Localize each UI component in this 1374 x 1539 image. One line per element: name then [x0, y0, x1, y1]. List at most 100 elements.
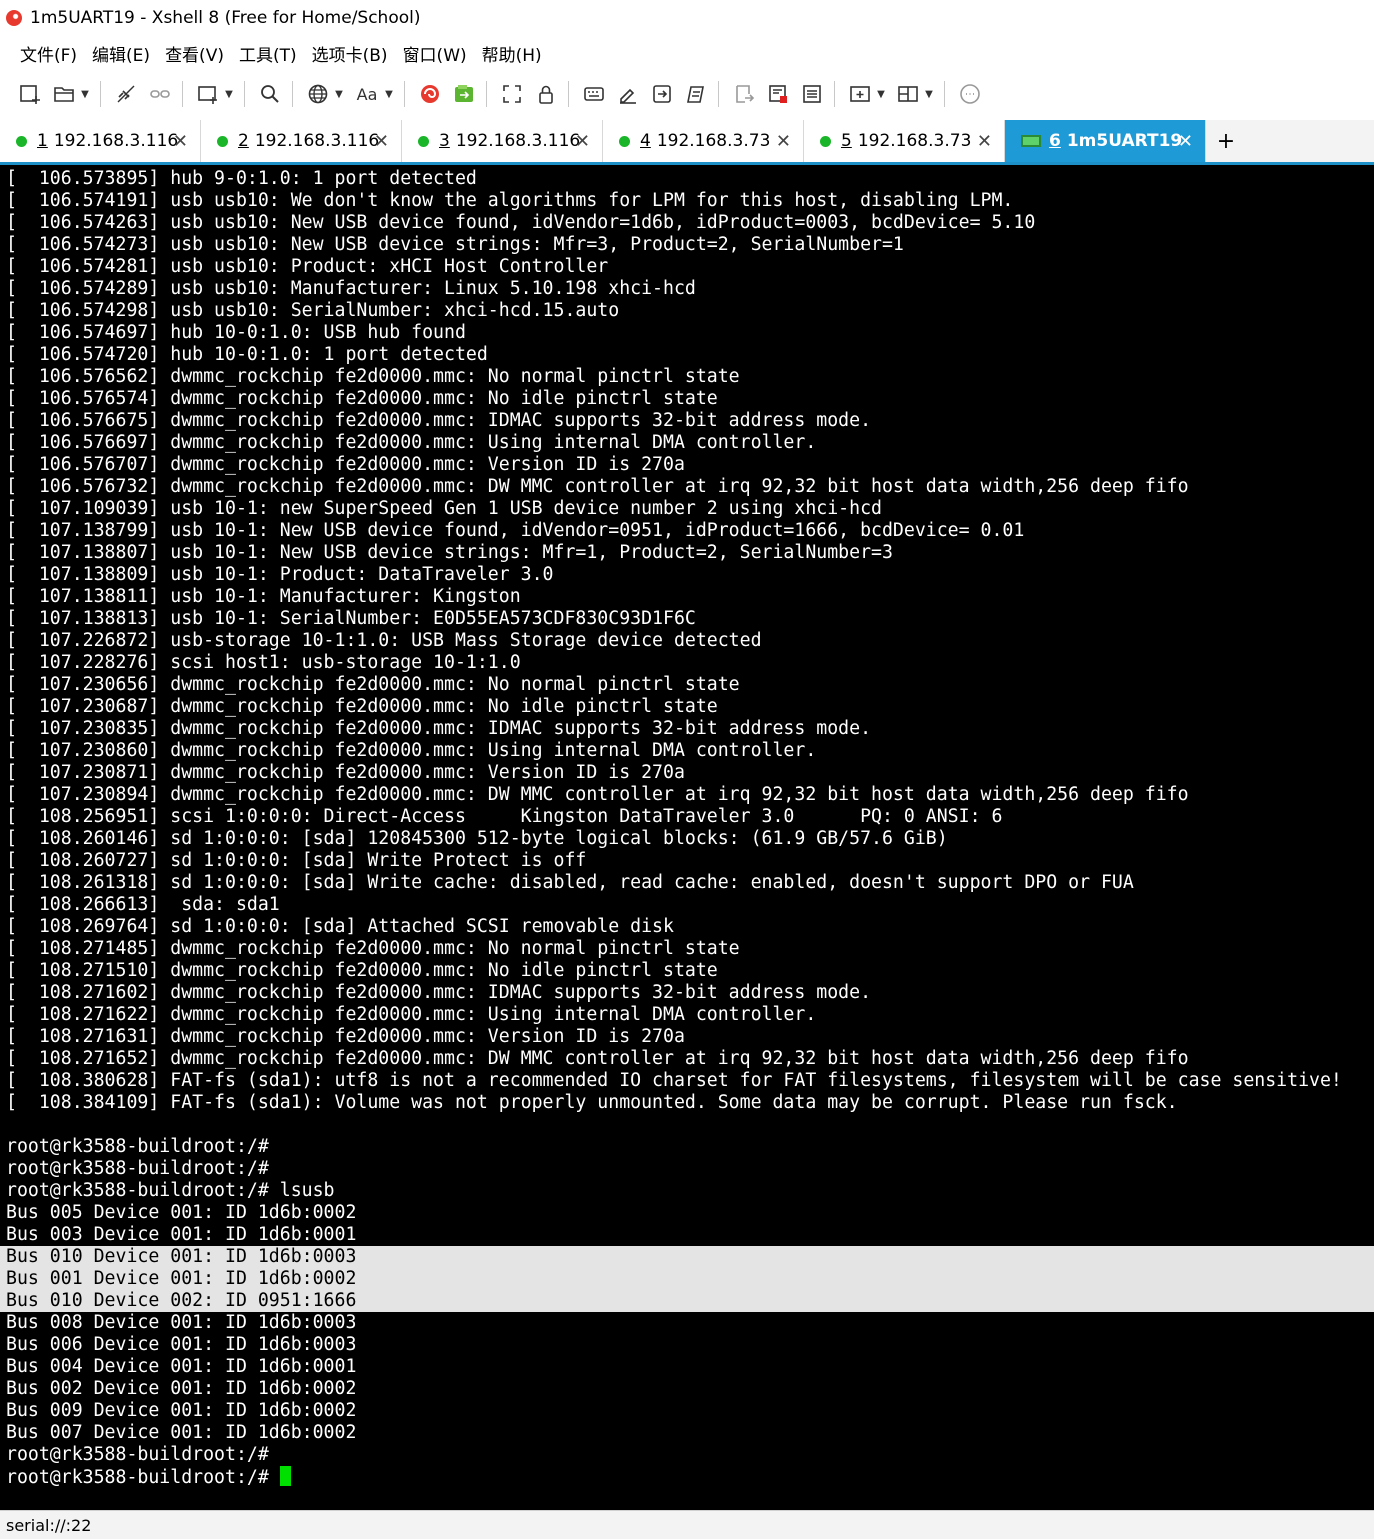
reconnect-icon[interactable]	[146, 80, 174, 108]
script-icon[interactable]	[682, 80, 710, 108]
terminal-line: [ 107.138807] usb 10-1: New USB device s…	[6, 542, 893, 563]
new-tab-icon[interactable]	[194, 80, 222, 108]
terminal-line: Bus 010 Device 002: ID 0951:1666	[0, 1290, 1374, 1312]
tab-label: 1m5UART19	[1066, 131, 1183, 151]
lock-icon[interactable]	[532, 80, 560, 108]
window-title: 1m5UART19 - Xshell 8 (Free for Home/Scho…	[30, 8, 421, 28]
tab-session-2[interactable]: 2 192.168.3.116 ✕	[201, 120, 402, 162]
connection-status: serial://:22	[6, 1515, 92, 1535]
terminal-line: Bus 006 Device 001: ID 1d6b:0003	[6, 1334, 357, 1355]
terminal-line: [ 108.384109] FAT-fs (sda1): Volume was …	[6, 1092, 1178, 1113]
search-icon[interactable]	[256, 80, 284, 108]
transfer-icon[interactable]	[846, 80, 874, 108]
title-bar: 1m5UART19 - Xshell 8 (Free for Home/Scho…	[0, 0, 1374, 36]
terminal-line: [ 108.271602] dwmmc_rockchip fe2d0000.mm…	[6, 982, 872, 1003]
terminal-line: [ 108.271485] dwmmc_rockchip fe2d0000.mm…	[6, 938, 740, 959]
close-tab-icon[interactable]: ✕	[173, 131, 188, 152]
fullscreen-icon[interactable]	[498, 80, 526, 108]
close-tab-icon[interactable]: ✕	[1178, 131, 1193, 152]
menu-tools[interactable]: 工具(T)	[239, 41, 297, 66]
send-icon[interactable]	[648, 80, 676, 108]
terminal-line: [ 108.380628] FAT-fs (sda1): utf8 is not…	[6, 1070, 1342, 1091]
connected-status-icon	[16, 135, 27, 147]
chat-icon[interactable]	[956, 80, 984, 108]
terminal-line: [ 107.230894] dwmmc_rockchip fe2d0000.mm…	[6, 784, 1189, 805]
properties-icon[interactable]	[798, 80, 826, 108]
new-session-icon[interactable]	[16, 80, 44, 108]
close-tab-icon[interactable]: ✕	[977, 131, 992, 152]
compose-icon[interactable]	[614, 80, 642, 108]
terminal-line: Bus 007 Device 001: ID 1d6b:0002	[6, 1422, 357, 1443]
xftp-icon[interactable]	[450, 80, 478, 108]
menu-view[interactable]: 查看(V)	[165, 41, 224, 66]
tab-number: 4	[640, 131, 651, 151]
transfer-dropdown-icon[interactable]: ▼	[874, 80, 888, 108]
tab-label: 192.168.3.73	[857, 131, 972, 151]
connected-status-icon	[217, 135, 228, 147]
terminal-line: [ 108.271622] dwmmc_rockchip fe2d0000.mm…	[6, 1004, 817, 1025]
terminal-line: [ 107.138811] usb 10-1: Manufacturer: Ki…	[6, 586, 521, 607]
toolbar: ▼ ▼ ▼ Aa ▼ ▼ ▼	[0, 72, 1374, 116]
menu-window[interactable]: 窗口(W)	[403, 41, 467, 66]
menu-tabs[interactable]: 选项卡(B)	[312, 41, 388, 66]
connected-status-icon	[418, 135, 429, 147]
tab-number: 2	[238, 131, 249, 151]
tab-number: 1	[37, 131, 48, 151]
terminal-line: root@rk3588-buildroot:/#	[6, 1136, 269, 1157]
font-icon[interactable]: Aa	[352, 80, 382, 108]
terminal-line: [ 107.109039] usb 10-1: new SuperSpeed G…	[6, 498, 882, 519]
terminal-line: [ 106.573895] hub 9-0:1.0: 1 port detect…	[6, 168, 477, 189]
terminal-line: [ 106.576562] dwmmc_rockchip fe2d0000.mm…	[6, 366, 740, 387]
toolbar-divider	[292, 81, 293, 107]
new-tab-dropdown-icon[interactable]: ▼	[222, 80, 236, 108]
add-tab-button[interactable]: +	[1206, 120, 1246, 162]
toolbar-divider	[568, 81, 569, 107]
tab-session-4[interactable]: 4 192.168.3.73 ✕	[603, 120, 804, 162]
menu-edit[interactable]: 编辑(E)	[92, 41, 150, 66]
tab-session-5[interactable]: 5 192.168.3.73 ✕	[804, 120, 1005, 162]
tab-session-3[interactable]: 3 192.168.3.116 ✕	[402, 120, 603, 162]
terminal-line: [ 107.230835] dwmmc_rockchip fe2d0000.mm…	[6, 718, 872, 739]
terminal-line: Bus 005 Device 001: ID 1d6b:0002	[6, 1202, 357, 1223]
terminal-line: Bus 010 Device 001: ID 1d6b:0003	[0, 1246, 1374, 1268]
terminal-line: [ 107.226872] usb-storage 10-1:1.0: USB …	[6, 630, 762, 651]
terminal-line: [ 106.574281] usb usb10: Product: xHCI H…	[6, 256, 609, 277]
terminal-line: [ 108.271631] dwmmc_rockchip fe2d0000.mm…	[6, 1026, 685, 1047]
tab-label: 192.168.3.116	[254, 131, 380, 151]
terminal-line: [ 106.574720] hub 10-0:1.0: 1 port detec…	[6, 344, 488, 365]
log-icon[interactable]	[730, 80, 758, 108]
globe-icon[interactable]	[304, 80, 332, 108]
close-tab-icon[interactable]: ✕	[374, 131, 389, 152]
terminal-text: [ 106.573895] hub 9-0:1.0: 1 port detect…	[0, 165, 1374, 1488]
keyboard-icon[interactable]	[580, 80, 608, 108]
close-tab-icon[interactable]: ✕	[776, 131, 791, 152]
disconnect-icon[interactable]	[112, 80, 140, 108]
menu-help[interactable]: 帮助(H)	[482, 41, 542, 66]
terminal-line: [ 107.230860] dwmmc_rockchip fe2d0000.mm…	[6, 740, 817, 761]
tab-label: 192.168.3.116	[53, 131, 179, 151]
open-folder-icon[interactable]	[50, 80, 78, 108]
terminal-output[interactable]: [ 106.573895] hub 9-0:1.0: 1 port detect…	[0, 165, 1374, 1510]
record-icon[interactable]	[764, 80, 792, 108]
toolbar-divider	[244, 81, 245, 107]
terminal-line: Bus 001 Device 001: ID 1d6b:0002	[0, 1268, 1374, 1290]
tab-session-1[interactable]: 1 192.168.3.116 ✕	[0, 120, 201, 162]
tab-session-6[interactable]: 6 1m5UART19 ✕	[1005, 120, 1206, 162]
terminal-line: [ 106.576574] dwmmc_rockchip fe2d0000.mm…	[6, 388, 718, 409]
tab-label: 192.168.3.116	[455, 131, 581, 151]
terminal-line: [ 106.576732] dwmmc_rockchip fe2d0000.mm…	[6, 476, 1189, 497]
terminal-line: root@rk3588-buildroot:/#	[6, 1466, 1374, 1488]
globe-dropdown-icon[interactable]: ▼	[332, 80, 346, 108]
menu-file[interactable]: 文件(F)	[20, 41, 77, 66]
open-folder-dropdown-icon[interactable]: ▼	[78, 80, 92, 108]
layout-icon[interactable]	[894, 80, 922, 108]
layout-dropdown-icon[interactable]: ▼	[922, 80, 936, 108]
terminal-line: [ 107.230871] dwmmc_rockchip fe2d0000.mm…	[6, 762, 685, 783]
terminal-line: [ 107.138813] usb 10-1: SerialNumber: E0…	[6, 608, 696, 629]
terminal-line: [ 106.574273] usb usb10: New USB device …	[6, 234, 904, 255]
xshell-icon[interactable]	[416, 80, 444, 108]
font-dropdown-icon[interactable]: ▼	[382, 80, 396, 108]
tab-number: 3	[439, 131, 450, 151]
close-tab-icon[interactable]: ✕	[575, 131, 590, 152]
